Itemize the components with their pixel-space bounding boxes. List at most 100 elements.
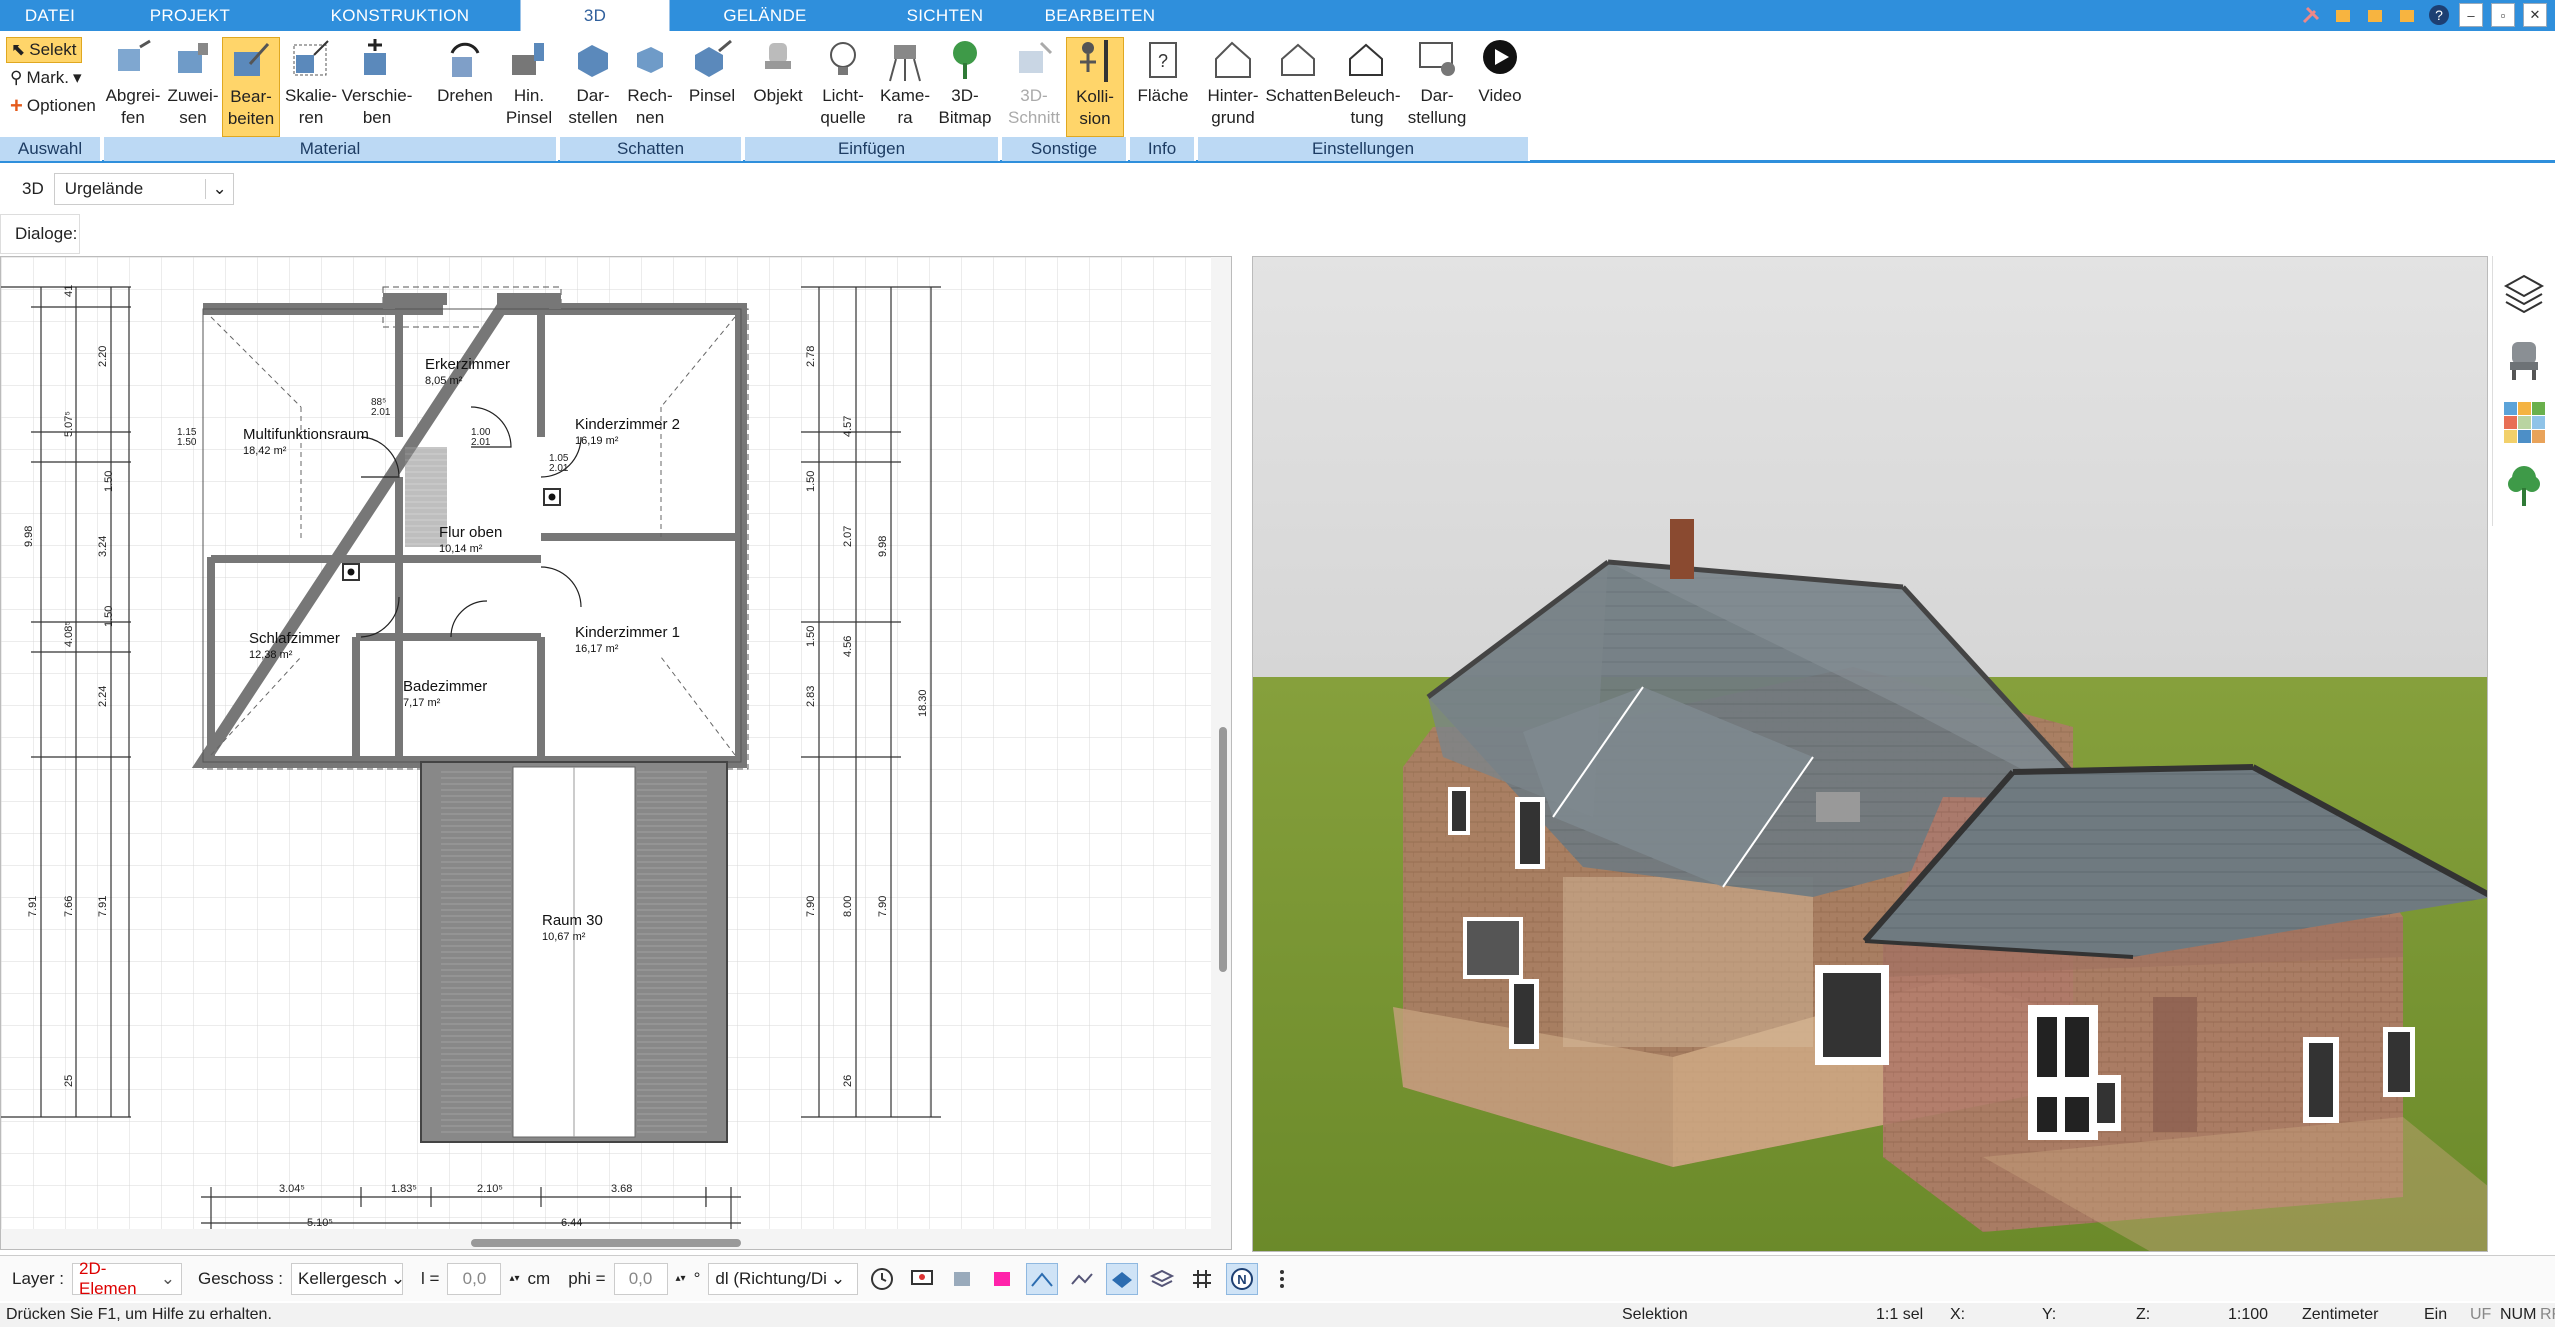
floor-select[interactable]: Kellergesch ⌄ bbox=[291, 1262, 405, 1295]
camera-icon bbox=[889, 45, 921, 82]
floor-plan-view[interactable]: Erkerzimmer 8,05 m² Multifunktionsraum 18,4… bbox=[0, 256, 1232, 1250]
status-rf: RF bbox=[2540, 1306, 2555, 1323]
room-label[interactable]: Schlafzimmer 12,38 m² bbox=[249, 631, 340, 663]
layers-stack-icon[interactable] bbox=[1146, 1263, 1178, 1295]
ribbon-button-rotate[interactable]: Drehen bbox=[430, 37, 500, 137]
lightbulb-icon bbox=[830, 42, 856, 75]
ribbon-button-shadow-brush[interactable]: Pinsel bbox=[680, 37, 744, 137]
ribbon-button-section[interactable]: 3D- Schnitt bbox=[1002, 37, 1066, 137]
eyedropper-icon bbox=[118, 39, 151, 71]
roof-icon[interactable] bbox=[1026, 1262, 1059, 1295]
section-icon bbox=[1019, 41, 1053, 73]
room-area: 16,17 m² bbox=[575, 643, 619, 655]
room-name: Multifunktionsraum bbox=[243, 426, 369, 443]
ribbon-button-assign-material[interactable]: Zuwei-sen bbox=[164, 37, 222, 137]
room-label[interactable]: Kinderzimmer 2 16,19 m² bbox=[575, 417, 680, 449]
ribbon-button-area[interactable]: ? Fläche bbox=[1130, 37, 1196, 137]
group-label-material: Material bbox=[104, 137, 558, 161]
ribbon-button-move[interactable]: Verschie-ben bbox=[340, 37, 414, 137]
ribbon-button-paint-brush[interactable]: Hin. Pinsel bbox=[500, 37, 558, 137]
options-button[interactable]: + Optionen bbox=[6, 93, 100, 119]
layer-select[interactable]: 2D-Elemen ⌄ bbox=[71, 1259, 182, 1298]
length-input[interactable]: 0,0 bbox=[447, 1262, 502, 1295]
ribbon-button-scale[interactable]: Skalie-ren bbox=[282, 37, 340, 137]
tab-projekt[interactable]: PROJEKT bbox=[100, 0, 280, 31]
plan-scroll-thumb[interactable] bbox=[1219, 727, 1227, 972]
toolbar-icon-1[interactable] bbox=[2331, 3, 2355, 27]
room-label[interactable]: Multifunktionsraum 18,42 m² bbox=[243, 427, 369, 459]
chair-icon bbox=[765, 43, 791, 69]
ribbon-button-background[interactable]: Hinter-grund bbox=[1198, 37, 1268, 137]
terrain-select[interactable]: Urgelände ⌄ bbox=[53, 173, 234, 205]
tab-3d[interactable]: 3D bbox=[520, 0, 670, 31]
3d-view[interactable] bbox=[1252, 256, 2488, 1252]
layers-icon[interactable] bbox=[2502, 270, 2546, 318]
ribbon-button-chair[interactable]: Objekt bbox=[745, 37, 811, 137]
ribbon-button-video-play[interactable]: Video bbox=[1474, 37, 1526, 137]
ribbon-button-eyedropper[interactable]: Abgrei-fen bbox=[104, 37, 162, 137]
room-label[interactable]: Flur oben 10,14 m² bbox=[439, 525, 502, 557]
door-dimension-label: 2.01 bbox=[371, 407, 391, 418]
room-label[interactable]: Erkerzimmer 8,05 m² bbox=[425, 357, 510, 389]
lighting-icon bbox=[1349, 43, 1383, 76]
ribbon-button-lightbulb[interactable]: Licht-quelle bbox=[808, 37, 878, 137]
ribbon-button-collision[interactable]: Kolli-sion bbox=[1066, 37, 1124, 137]
direction-select[interactable]: dl (Richtung/Di ⌄ bbox=[708, 1262, 859, 1295]
more-options-icon[interactable] bbox=[1266, 1263, 1298, 1295]
room-label[interactable]: Badezimmer 7,17 m² bbox=[403, 679, 487, 711]
ribbon-button-label: Hinter- bbox=[1207, 86, 1259, 105]
status-num: NUM bbox=[2500, 1306, 2537, 1323]
dimension-label: 6.44 bbox=[561, 1217, 583, 1229]
room-area: 7,17 m² bbox=[403, 697, 441, 709]
restore-button[interactable]: ▫ bbox=[2491, 3, 2515, 27]
select-button[interactable]: ⬉ Selekt bbox=[6, 37, 82, 63]
grid-icon[interactable] bbox=[1186, 1263, 1218, 1295]
minimize-button[interactable]: – bbox=[2459, 3, 2483, 27]
ribbon-button-tree-bitmap[interactable]: 3D- Bitmap bbox=[930, 37, 1000, 137]
ribbon-button-camera[interactable]: Kame-ra bbox=[872, 37, 938, 137]
materials-icon[interactable] bbox=[2502, 398, 2546, 446]
tab-gelaende[interactable]: GELÄNDE bbox=[670, 0, 860, 31]
stepper-icon[interactable]: ▴▾ bbox=[509, 1273, 519, 1284]
tab-sichten[interactable]: SICHTEN bbox=[860, 0, 1030, 31]
mark-button[interactable]: ⚲ Mark. ▾ bbox=[6, 65, 86, 91]
dimension-label: 8.00 bbox=[842, 895, 854, 917]
view-toolbar: 3D Urgelände ⌄ bbox=[0, 166, 1250, 212]
room-name: Badezimmer bbox=[403, 678, 488, 695]
render-icon[interactable] bbox=[946, 1263, 978, 1295]
ribbon-button-edit-material[interactable]: Bear-beiten bbox=[222, 37, 280, 137]
room-name: Schlafzimmer bbox=[249, 630, 340, 647]
room-label[interactable]: Kinderzimmer 1 16,17 m² bbox=[575, 625, 680, 657]
tab-datei[interactable]: DATEI bbox=[0, 0, 100, 31]
right-side-panel bbox=[2492, 256, 2555, 526]
north-icon[interactable]: N bbox=[1226, 1262, 1259, 1295]
toolbar-icon-3[interactable] bbox=[2395, 3, 2419, 27]
ribbon-button-monitor[interactable]: Dar-stellung bbox=[1400, 37, 1474, 137]
plan-hscroll-thumb[interactable] bbox=[471, 1239, 741, 1247]
furniture-icon[interactable] bbox=[2502, 334, 2546, 382]
phi-input[interactable]: 0,0 bbox=[613, 1262, 668, 1295]
plants-icon[interactable] bbox=[2502, 462, 2546, 510]
toolbar-icon-2[interactable] bbox=[2363, 3, 2387, 27]
shadow-brush-icon bbox=[695, 39, 732, 77]
objects-icon[interactable] bbox=[986, 1263, 1018, 1295]
ribbon-button-label: Video bbox=[1478, 86, 1522, 105]
terrain-icon[interactable] bbox=[1066, 1263, 1098, 1295]
room-label[interactable]: Raum 30 10,67 m² bbox=[542, 913, 603, 945]
ribbon-button-house-shadow[interactable]: Schatten bbox=[1262, 37, 1336, 137]
ribbon-button-shadow-display[interactable]: Dar-stellen bbox=[560, 37, 626, 137]
clock-icon[interactable] bbox=[866, 1263, 898, 1295]
screen-icon[interactable] bbox=[906, 1263, 938, 1295]
tools-icon[interactable] bbox=[2299, 3, 2323, 27]
plane-icon[interactable] bbox=[1106, 1262, 1139, 1295]
ribbon-button-lighting[interactable]: Beleuch-tung bbox=[1330, 37, 1404, 137]
tab-bearbeiten[interactable]: BEARBEITEN bbox=[1030, 0, 1170, 31]
help-icon[interactable]: ? bbox=[2427, 3, 2451, 27]
close-button[interactable]: ✕ bbox=[2523, 3, 2547, 27]
stepper-icon[interactable]: ▴▾ bbox=[676, 1273, 686, 1284]
ribbon-button-label: Pinsel bbox=[505, 108, 553, 127]
ribbon-button-label: stellen bbox=[568, 108, 618, 127]
tab-konstruktion[interactable]: KONSTRUKTION bbox=[280, 0, 520, 31]
ribbon-button-shadow-calc[interactable]: Rech-nen bbox=[618, 37, 682, 137]
monitor-icon bbox=[1419, 42, 1455, 76]
